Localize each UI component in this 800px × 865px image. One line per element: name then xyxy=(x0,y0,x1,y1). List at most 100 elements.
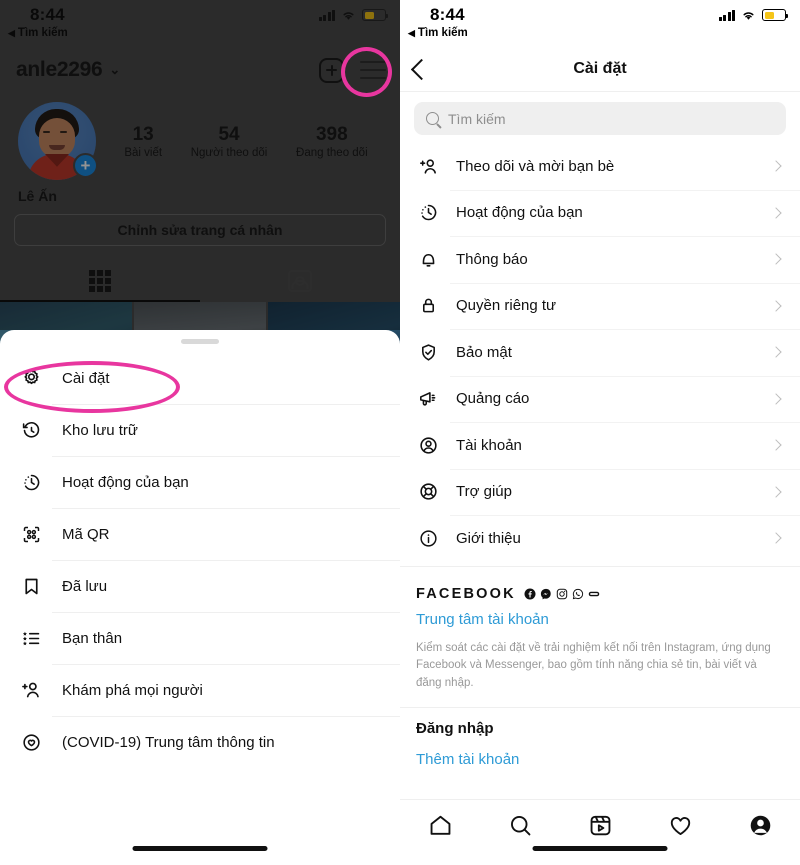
left-phone-panel: 8:44 ◀ Tìm kiếm anle2296 ⌄ + 13 Bài viết… xyxy=(0,0,400,865)
facebook-heading: FACEBOOK xyxy=(416,585,516,602)
sheet-item-archive[interactable]: Kho lưu trữ xyxy=(0,404,400,456)
sheet-item-close-friends[interactable]: Bạn thân xyxy=(0,612,400,664)
settings-item-security[interactable]: Bảo mật xyxy=(400,329,800,376)
facebook-brand-icons xyxy=(524,588,600,600)
settings-item-label: Hoạt động của bạn xyxy=(456,204,583,222)
tagged-tab[interactable] xyxy=(200,260,400,302)
profile-icon xyxy=(750,815,770,835)
grid-tab[interactable] xyxy=(0,260,200,302)
edit-profile-button[interactable]: Chỉnh sửa trang cá nhân xyxy=(14,214,386,246)
facebook-icon xyxy=(524,588,536,600)
search-input[interactable]: Tìm kiếm xyxy=(414,102,786,135)
chevron-right-icon xyxy=(770,486,782,498)
sheet-item-saved[interactable]: Đã lưu xyxy=(0,560,400,612)
settings-item-label: Tài khoản xyxy=(456,436,522,454)
oculus-icon xyxy=(588,588,600,600)
tab-home[interactable] xyxy=(400,808,480,842)
profile-summary: + 13 Bài viết 54 Người theo dõi 398 Đang… xyxy=(0,90,400,180)
profile-header-actions xyxy=(319,57,386,83)
settings-item-ads[interactable]: Quảng cáo xyxy=(400,375,800,423)
sheet-item-label: Hoạt động của bạn xyxy=(62,473,189,491)
settings-item-label: Theo dõi và mời bạn bè xyxy=(456,157,615,175)
search-container: Tìm kiếm xyxy=(400,92,800,143)
home-indicator xyxy=(132,846,268,851)
stat-number: 54 xyxy=(218,123,240,145)
settings-item-label: Thông báo xyxy=(456,250,528,268)
sheet-item-qr-code[interactable]: Mã QR xyxy=(0,508,400,560)
settings-item-account[interactable]: Tài khoản xyxy=(400,422,800,469)
sheet-item-label: Bạn thân xyxy=(62,629,123,647)
tab-activity[interactable] xyxy=(640,808,720,842)
status-time: 8:44 xyxy=(430,5,465,24)
account-center-link[interactable]: Trung tâm tài khoản xyxy=(416,611,784,628)
settings-item-help[interactable]: Trợ giúp xyxy=(400,468,800,516)
status-back-to-search[interactable]: ◀ Tìm kiếm xyxy=(8,27,68,39)
sheet-item-settings[interactable]: Cài đặt xyxy=(0,352,400,404)
chevron-right-icon xyxy=(770,532,782,544)
activity-clock-icon xyxy=(18,469,44,495)
bell-icon xyxy=(416,247,440,271)
tab-reels[interactable] xyxy=(560,808,640,842)
stat-label: Bài viết xyxy=(124,147,163,160)
stat-followers[interactable]: 54 Người theo dõi xyxy=(191,123,268,160)
add-story-plus-icon[interactable]: + xyxy=(73,153,98,178)
tab-profile[interactable] xyxy=(720,808,800,842)
sheet-item-label: Mã QR xyxy=(62,525,110,543)
discover-people-icon xyxy=(18,677,44,703)
chevron-right-icon xyxy=(770,207,782,219)
profile-menu-sheet: Cài đặt Kho lưu trữ Hoạt động của bạn Mã… xyxy=(0,330,400,865)
covid-info-icon xyxy=(18,729,44,755)
status-time: 8:44 xyxy=(30,5,65,24)
stat-number: 13 xyxy=(132,123,154,145)
sheet-item-covid-info[interactable]: (COVID-19) Trung tâm thông tin xyxy=(0,716,400,768)
battery-low-icon xyxy=(362,9,388,21)
hamburger-menu-icon[interactable] xyxy=(360,60,386,80)
lock-icon xyxy=(416,294,440,318)
settings-item-privacy[interactable]: Quyền riêng tư xyxy=(400,282,800,330)
status-back-to-search[interactable]: ◀ Tìm kiếm xyxy=(408,27,468,39)
megaphone-icon xyxy=(416,387,440,411)
settings-item-notifications[interactable]: Thông báo xyxy=(400,236,800,283)
heart-icon xyxy=(670,816,690,835)
settings-list: Theo dõi và mời bạn bè Hoạt động của bạn xyxy=(400,143,800,562)
chevron-right-icon xyxy=(770,160,782,172)
chevron-right-icon xyxy=(770,253,782,265)
bottom-tab-bar xyxy=(400,799,800,865)
grid-icon xyxy=(89,270,111,292)
settings-item-about[interactable]: Giới thiệu xyxy=(400,515,800,562)
sheet-item-label: Cài đặt xyxy=(62,369,110,387)
facebook-section: FACEBOOK Trung tâm tài khoản Kiểm soát c… xyxy=(400,576,800,693)
info-circle-icon xyxy=(416,526,440,550)
plus-box-icon[interactable] xyxy=(319,57,344,83)
sheet-item-label: (COVID-19) Trung tâm thông tin xyxy=(62,733,275,751)
sheet-item-discover-people[interactable]: Khám phá mọi người xyxy=(0,664,400,716)
add-account-link[interactable]: Thêm tài khoản xyxy=(400,737,800,768)
sheet-item-your-activity[interactable]: Hoạt động của bạn xyxy=(0,456,400,508)
left-status-bar: 8:44 ◀ Tìm kiếm xyxy=(0,0,400,46)
gear-icon xyxy=(18,365,44,391)
settings-nav-bar: Cài đặt xyxy=(400,46,800,92)
settings-item-follow-invite[interactable]: Theo dõi và mời bạn bè xyxy=(400,143,800,190)
profile-stats: 13 Bài viết 54 Người theo dõi 398 Đang t… xyxy=(96,123,382,160)
chevron-left-icon[interactable] xyxy=(414,62,428,76)
sheet-item-label: Khám phá mọi người xyxy=(62,681,203,699)
page-title: Cài đặt xyxy=(573,59,627,77)
username-switcher[interactable]: anle2296 ⌄ xyxy=(16,58,120,82)
tab-search[interactable] xyxy=(480,808,560,842)
status-indicators xyxy=(318,9,388,21)
stat-following[interactable]: 398 Đang theo dõi xyxy=(296,123,368,160)
home-icon xyxy=(430,815,450,835)
settings-item-your-activity[interactable]: Hoạt động của bạn xyxy=(400,189,800,237)
stat-posts[interactable]: 13 Bài viết xyxy=(124,123,162,160)
chevron-down-icon: ⌄ xyxy=(109,62,121,77)
right-phone-panel: 8:44 ◀ Tìm kiếm Cài đặt Tìm kiếm Theo dõ… xyxy=(400,0,800,865)
signal-bars-icon xyxy=(718,9,735,21)
search-placeholder: Tìm kiếm xyxy=(448,110,506,127)
qr-code-icon xyxy=(18,521,44,547)
avatar[interactable]: + xyxy=(18,102,98,180)
stat-label: Đang theo dõi xyxy=(296,147,368,160)
status-indicators xyxy=(718,9,788,21)
shield-check-icon xyxy=(416,340,440,364)
back-arrow-icon: ◀ xyxy=(8,27,15,38)
account-circle-icon xyxy=(416,433,440,457)
